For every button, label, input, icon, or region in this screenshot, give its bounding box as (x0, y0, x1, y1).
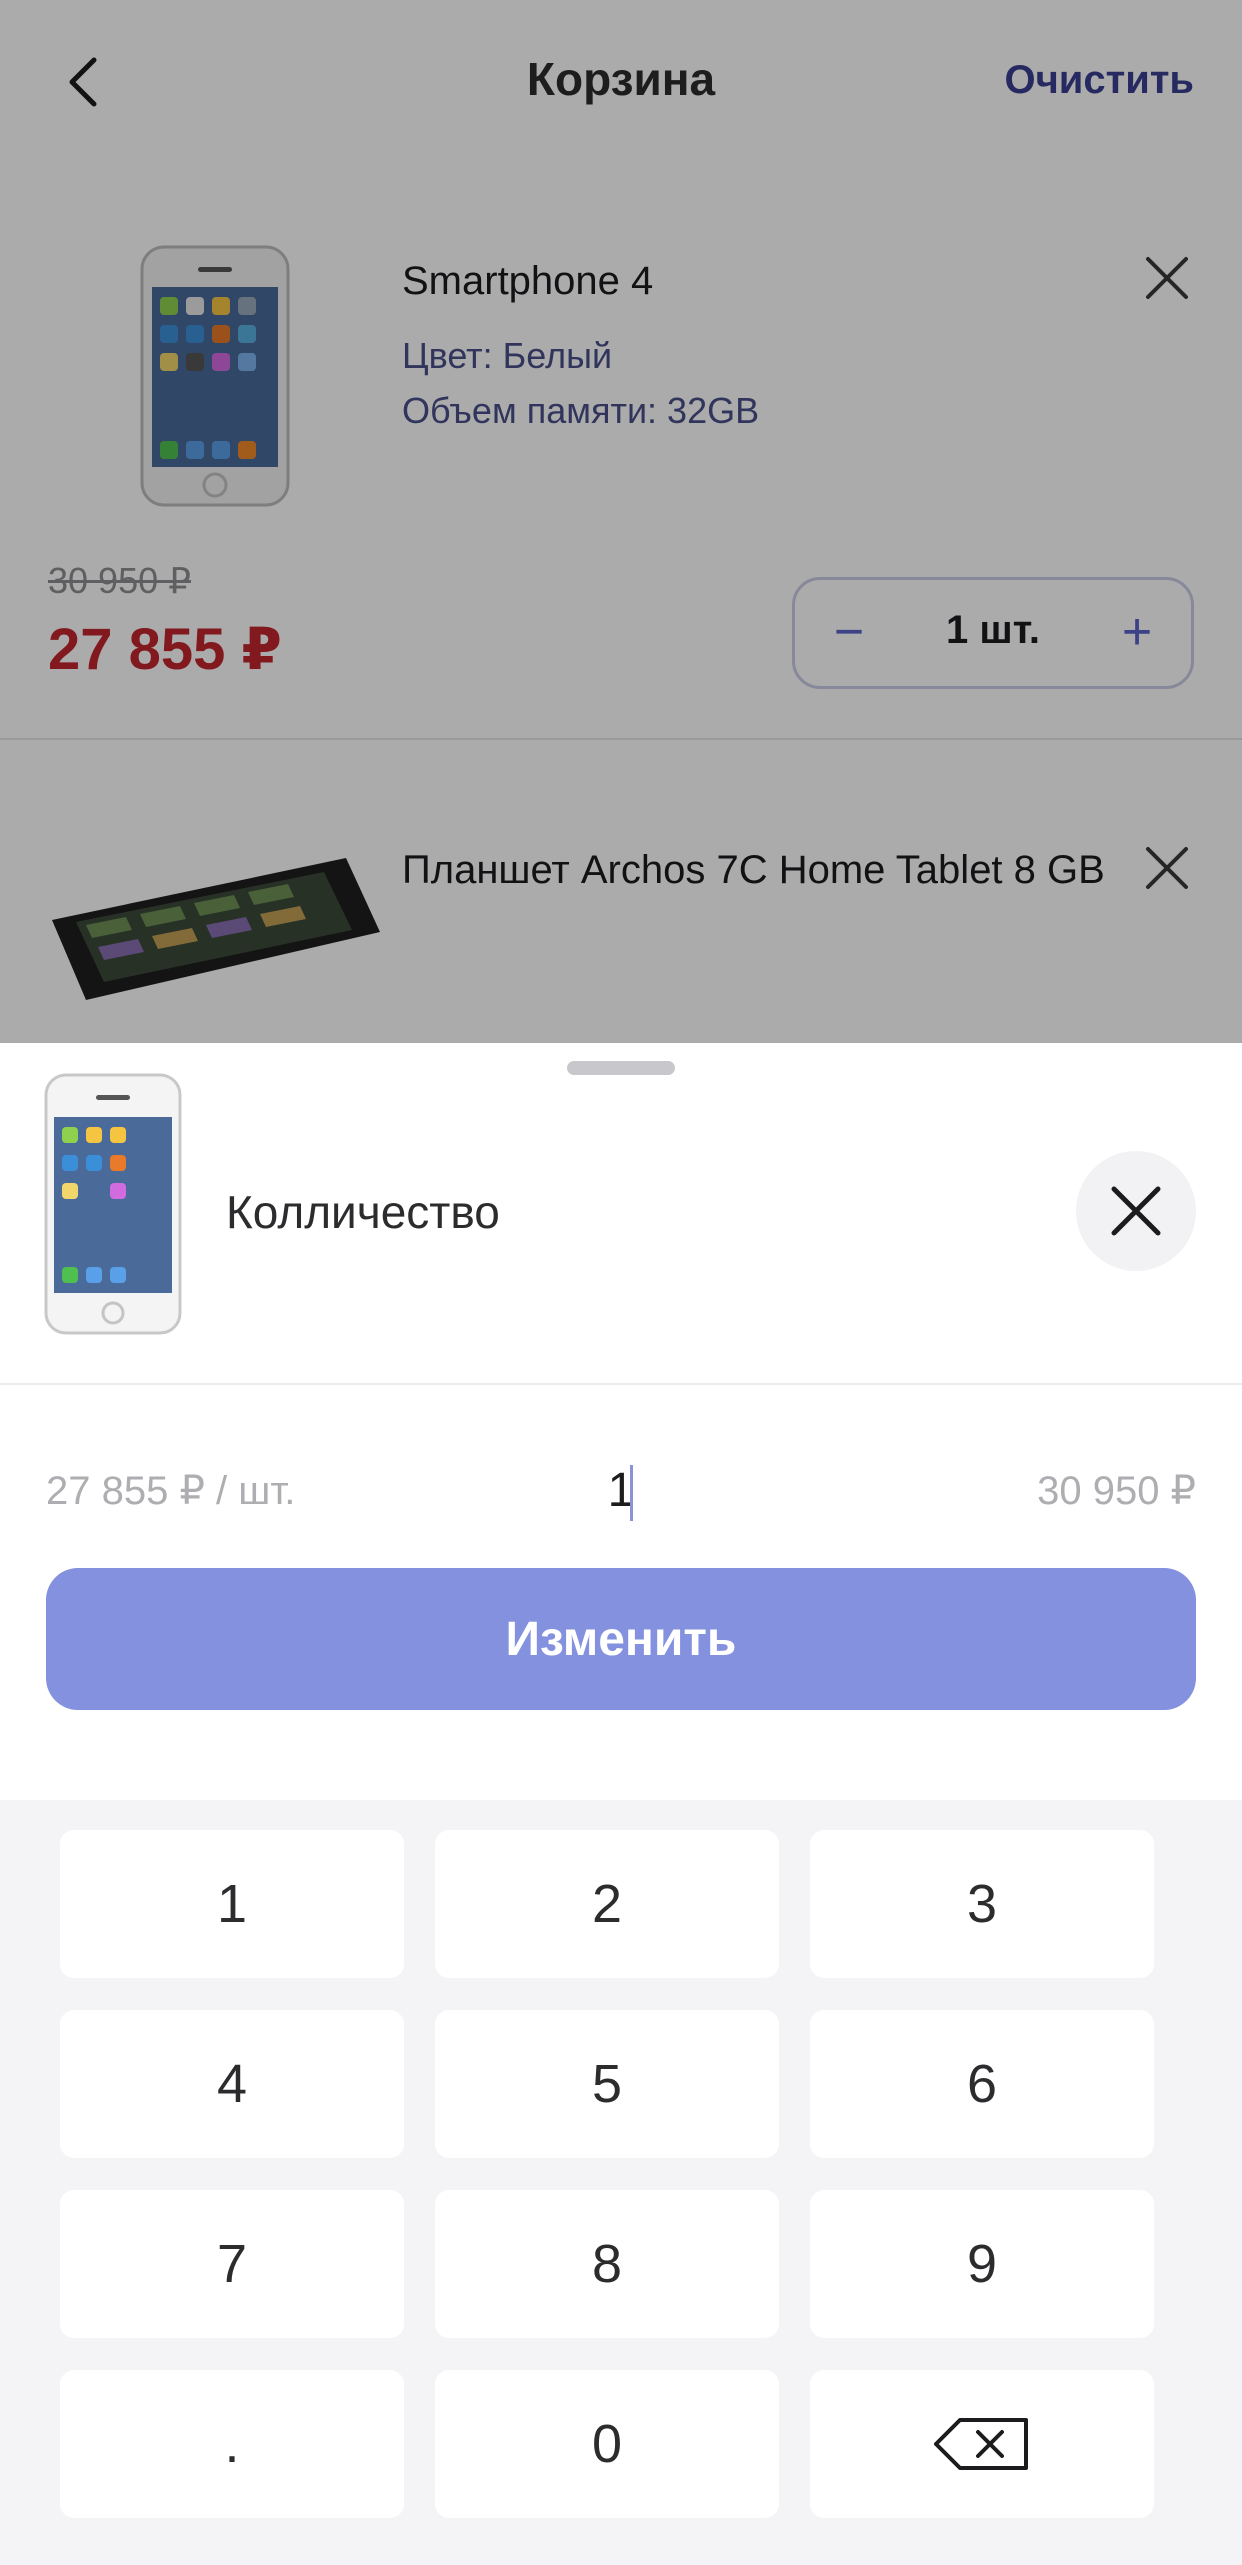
product-thumbnail (44, 1073, 182, 1335)
quantity-input[interactable] (521, 1455, 721, 1525)
key-2[interactable]: 2 (435, 1830, 779, 1978)
key-5[interactable]: 5 (435, 2010, 779, 2158)
key-backspace[interactable] (810, 2370, 1154, 2518)
numeric-keypad: 1 2 3 4 5 6 7 8 9 . 0 (0, 1800, 1242, 2565)
key-1[interactable]: 1 (60, 1830, 404, 1978)
total-price: 30 950 ₽ (1037, 1469, 1196, 1513)
divider (0, 1383, 1242, 1385)
sheet-title: Колличество (226, 1186, 500, 1238)
key-0[interactable]: 0 (435, 2370, 779, 2518)
key-3[interactable]: 3 (810, 1830, 1154, 1978)
change-quantity-button[interactable]: Изменить (46, 1568, 1196, 1710)
backspace-icon (934, 2418, 1028, 2470)
sheet-drag-handle[interactable] (567, 1061, 675, 1075)
modal-overlay[interactable] (0, 0, 1242, 1045)
key-7[interactable]: 7 (60, 2190, 404, 2338)
close-sheet-button[interactable] (1076, 1151, 1196, 1271)
key-9[interactable]: 9 (810, 2190, 1154, 2338)
key-6[interactable]: 6 (810, 2010, 1154, 2158)
close-icon (1111, 1186, 1161, 1236)
quantity-sheet: Колличество 27 855 ₽ / шт. 30 950 ₽ Изме… (0, 1043, 1242, 2565)
key-8[interactable]: 8 (435, 2190, 779, 2338)
unit-price: 27 855 ₽ / шт. (46, 1469, 296, 1513)
key-decimal[interactable]: . (60, 2370, 404, 2518)
key-4[interactable]: 4 (60, 2010, 404, 2158)
text-caret (630, 1465, 633, 1521)
